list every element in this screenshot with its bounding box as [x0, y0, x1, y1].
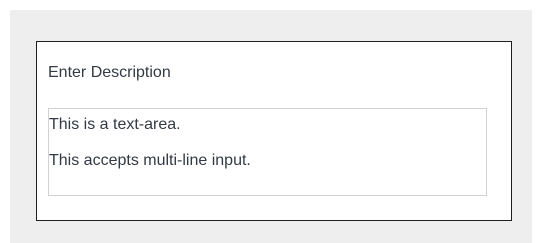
description-textarea[interactable]: This is a text-area. This accepts multi-…: [48, 108, 487, 196]
textarea-line-2: This accepts multi-line input.: [49, 152, 251, 169]
description-label: Enter Description: [48, 64, 171, 81]
textarea-line-1: This is a text-area.: [49, 116, 181, 133]
description-card: Enter Description This is a text-area. T…: [36, 41, 512, 221]
page-background: Enter Description This is a text-area. T…: [10, 10, 532, 243]
